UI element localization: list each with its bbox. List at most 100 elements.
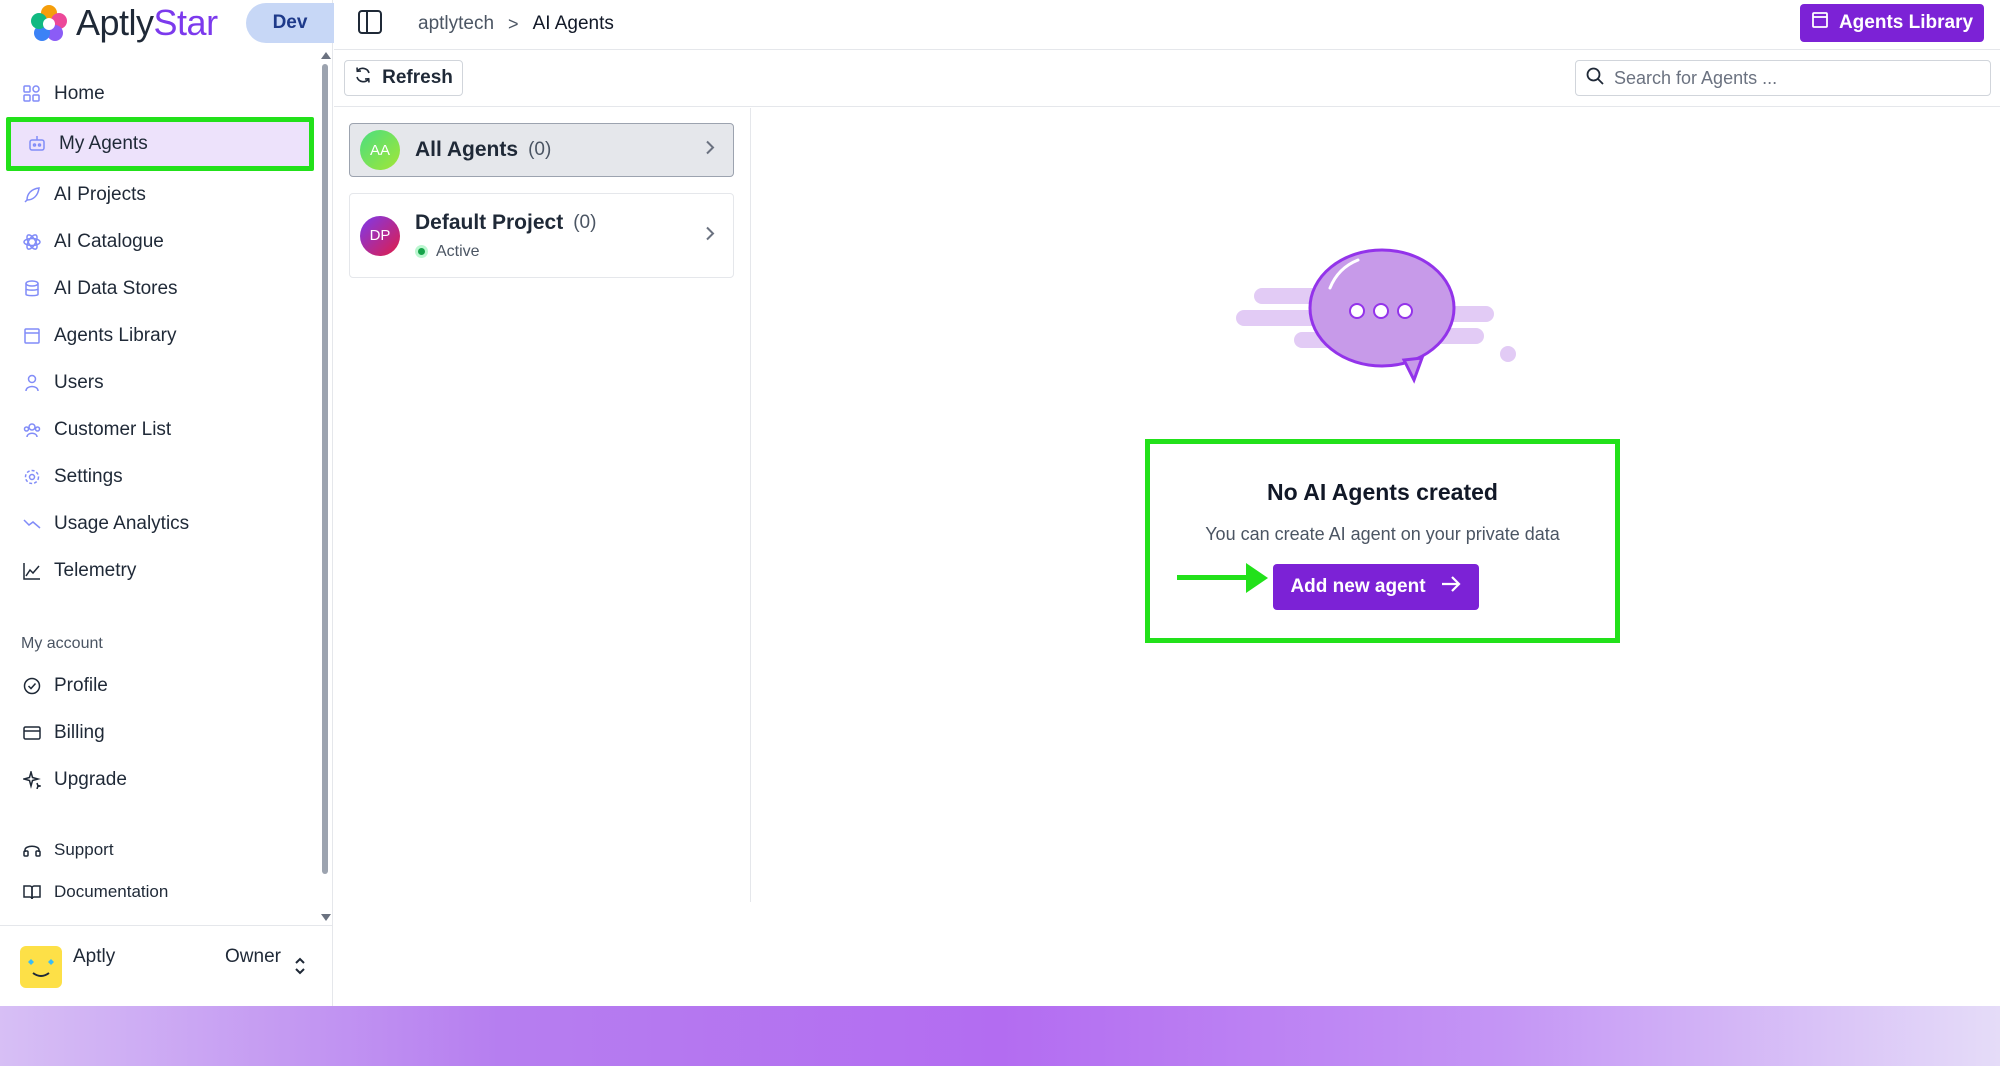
empty-state: No AI Agents created You can create AI a… xyxy=(1145,439,1620,643)
avatar xyxy=(20,946,62,988)
sidebar-item-settings[interactable]: Settings xyxy=(0,453,320,500)
sidebar-item-ai-projects[interactable]: AI Projects xyxy=(0,171,320,218)
sidebar-item-label: Usage Analytics xyxy=(54,512,190,534)
user-role: Owner xyxy=(225,946,281,967)
sidebar-scrollbar[interactable] xyxy=(322,64,328,874)
sidebar-item-documentation[interactable]: Documentation xyxy=(0,871,320,913)
annotation-arrow-head-icon xyxy=(1246,563,1268,593)
empty-state-subtitle: You can create AI agent on your private … xyxy=(1205,524,1560,544)
sidebar-item-label: Billing xyxy=(54,721,105,743)
project-count: (0) xyxy=(528,139,552,160)
card-icon xyxy=(22,723,42,743)
status-badge: Active xyxy=(436,242,480,260)
refresh-icon xyxy=(354,66,372,90)
user-menu[interactable]: Aptly Owner xyxy=(0,925,333,1006)
sidebar-item-home[interactable]: Home xyxy=(0,70,320,117)
sidebar-item-label: My Agents xyxy=(59,133,148,154)
sidebar-item-profile[interactable]: Profile xyxy=(0,662,320,709)
breadcrumb: aptlytech > AI Agents xyxy=(418,13,614,35)
project-info: Default Project (0) Active xyxy=(400,211,596,261)
project-status: Active xyxy=(415,243,596,261)
sidebar-item-users[interactable]: Users xyxy=(0,359,320,406)
sidebar-item-label: AI Catalogue xyxy=(54,230,164,252)
headset-icon xyxy=(22,840,42,860)
arrow-right-icon xyxy=(1440,575,1462,599)
my-account-heading: My account xyxy=(21,635,103,652)
book-icon xyxy=(22,882,42,902)
project-avatar: AA xyxy=(360,130,400,170)
help-nav: Support Documentation xyxy=(0,829,320,913)
user-icon xyxy=(22,373,42,393)
breadcrumb-separator: > xyxy=(508,13,519,34)
project-card-default-project[interactable]: DP Default Project (0) Active xyxy=(349,193,734,278)
chat-bubble-illustration-icon xyxy=(1234,248,1520,388)
search-icon xyxy=(1586,67,1604,90)
sidebar-toggle-icon[interactable] xyxy=(356,8,384,36)
database-icon xyxy=(22,279,42,299)
project-name: Default Project xyxy=(415,210,564,234)
sidebar-item-label: Settings xyxy=(54,465,123,487)
refresh-button[interactable]: Refresh xyxy=(344,60,463,96)
refresh-label: Refresh xyxy=(382,67,453,88)
add-new-agent-button[interactable]: Add new agent xyxy=(1273,564,1479,610)
sidebar-item-label: Customer List xyxy=(54,418,172,440)
sidebar-item-label: Home xyxy=(54,82,105,104)
sidebar-item-label: Profile xyxy=(54,674,108,696)
sidebar-item-ai-data-stores[interactable]: AI Data Stores xyxy=(0,265,320,312)
environment-badge[interactable]: Dev xyxy=(246,3,334,43)
sidebar-item-upgrade[interactable]: Upgrade xyxy=(0,756,320,803)
sidebar-item-customer-list[interactable]: Customer List xyxy=(0,406,320,453)
sidebar-item-label: Users xyxy=(54,371,104,393)
top-bar: aptlytech > AI Agents Agents Library xyxy=(334,0,2000,50)
bottom-gradient-strip xyxy=(0,1006,2000,1066)
account-nav: Profile Billing Upgrade xyxy=(0,662,320,803)
sidebar-item-label: AI Data Stores xyxy=(54,277,178,299)
chevron-up-down-icon[interactable] xyxy=(293,956,307,981)
gear-icon xyxy=(22,467,42,487)
toolbar: Refresh xyxy=(334,51,2000,107)
chart-icon xyxy=(22,561,42,581)
project-list: AA All Agents (0) DP Default Project (0)… xyxy=(334,108,751,902)
project-card-all-agents[interactable]: AA All Agents (0) xyxy=(349,123,734,177)
search-box xyxy=(1575,60,1991,96)
sidebar-item-label: Agents Library xyxy=(54,324,177,346)
sidebar-item-billing[interactable]: Billing xyxy=(0,709,320,756)
breadcrumb-current: AI Agents xyxy=(532,13,614,34)
search-input[interactable] xyxy=(1614,67,1974,89)
chevron-right-icon xyxy=(705,140,715,161)
sidebar-nav: Home My Agents AI Projects AI Catalogue … xyxy=(0,70,320,594)
add-new-agent-label: Add new agent xyxy=(1290,576,1426,597)
user-name: Aptly xyxy=(73,946,116,967)
sidebar-item-usage-analytics[interactable]: Usage Analytics xyxy=(0,500,320,547)
sidebar: AptlyStar Dev Home My Agents AI Projects… xyxy=(0,0,334,1006)
empty-state-title: No AI Agents created xyxy=(1267,479,1498,505)
sidebar-item-my-agents[interactable]: My Agents xyxy=(6,117,314,171)
sidebar-item-agents-library[interactable]: Agents Library xyxy=(0,312,320,359)
sidebar-item-label: Documentation xyxy=(54,882,169,901)
archive-icon xyxy=(22,326,42,346)
sidebar-item-ai-catalogue[interactable]: AI Catalogue xyxy=(0,218,320,265)
atom-icon xyxy=(22,232,42,252)
sidebar-item-support[interactable]: Support xyxy=(0,829,320,871)
sidebar-item-label: Support xyxy=(54,840,114,859)
agents-library-button[interactable]: Agents Library xyxy=(1800,4,1984,42)
home-icon xyxy=(22,84,42,104)
scroll-up-arrow-icon[interactable] xyxy=(321,52,331,59)
trend-icon xyxy=(22,514,42,534)
sidebar-item-telemetry[interactable]: Telemetry xyxy=(0,547,320,594)
project-avatar: DP xyxy=(360,215,400,256)
users-icon xyxy=(22,420,42,440)
sidebar-item-label: AI Projects xyxy=(54,183,146,205)
status-dot-icon xyxy=(415,245,428,258)
chevron-right-icon xyxy=(705,225,715,246)
project-name: All Agents xyxy=(415,138,519,161)
archive-icon xyxy=(1811,11,1829,35)
sidebar-item-label: Telemetry xyxy=(54,559,137,581)
brand-name: AptlyStar xyxy=(76,2,218,43)
brand[interactable]: AptlyStar xyxy=(30,0,218,46)
breadcrumb-org[interactable]: aptlytech xyxy=(418,13,494,35)
sparkle-icon xyxy=(22,770,42,790)
annotation-arrow xyxy=(1177,575,1252,580)
scroll-down-arrow-icon[interactable] xyxy=(321,914,331,921)
sidebar-item-label: Upgrade xyxy=(54,768,127,790)
